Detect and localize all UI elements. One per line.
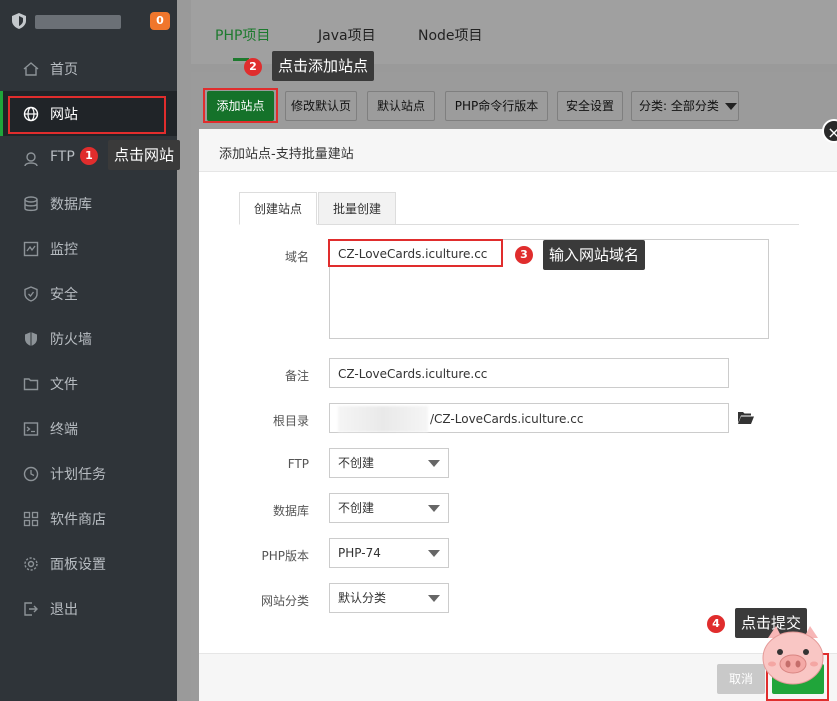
logo-shield-icon <box>12 13 26 29</box>
pig-sticker-icon <box>762 626 824 685</box>
site-category-label: 网站分类 <box>260 594 309 608</box>
logo-row: 0 <box>0 0 177 44</box>
root-dir-value: /CZ-LoveCards.iculture.cc <box>430 412 584 426</box>
folder-open-icon[interactable] <box>738 411 754 424</box>
tab-node-projects[interactable]: Node项目 <box>418 25 483 45</box>
sidebar-item-cron[interactable]: 计划任务 <box>0 451 177 496</box>
sidebar-item-database[interactable]: 数据库 <box>0 181 177 226</box>
step-number-4: 4 <box>707 615 725 633</box>
sidebar-item-label: FTP <box>50 149 75 165</box>
highlight-domain <box>328 239 503 267</box>
step-number-1: 1 <box>80 147 98 165</box>
sidebar-item-files[interactable]: 文件 <box>0 361 177 406</box>
ftp-label: FTP <box>287 457 309 471</box>
sidebar-item-monitor[interactable]: 监控 <box>0 226 177 271</box>
sidebar-item-label: 计划任务 <box>50 467 106 483</box>
notification-badge[interactable]: 0 <box>150 12 170 30</box>
tip-click-website: 点击网站 <box>108 140 181 170</box>
gear-icon <box>22 555 39 572</box>
chevron-down-icon <box>724 103 737 110</box>
sidebar-item-label: 终端 <box>50 422 78 438</box>
highlight-website-menu <box>8 96 166 134</box>
tab-batch-create[interactable]: 批量创建 <box>318 192 397 225</box>
logout-icon <box>22 600 39 617</box>
sidebar-item-firewall[interactable]: 防火墙 <box>0 316 177 361</box>
home-icon <box>22 60 39 77</box>
sidebar-item-label: 软件商店 <box>50 512 106 528</box>
ftp-select[interactable]: 不创建 <box>329 448 449 478</box>
category-filter-dropdown[interactable]: 分类: 全部分类 <box>631 91 739 121</box>
server-name-redacted <box>35 15 121 29</box>
php-version-select[interactable]: PHP-74 <box>329 538 449 568</box>
folder-icon <box>22 375 39 392</box>
sidebar-item-app-store[interactable]: 软件商店 <box>0 496 177 541</box>
sidebar-item-terminal[interactable]: 终端 <box>0 406 177 451</box>
default-site-button[interactable]: 默认站点 <box>367 91 435 121</box>
sidebar-item-label: 面板设置 <box>50 557 106 573</box>
grid-icon <box>22 510 39 527</box>
category-filter-label: 分类: 全部分类 <box>639 99 719 113</box>
tab-php-projects[interactable]: PHP项目 <box>215 25 270 45</box>
edit-default-page-button[interactable]: 修改默认页 <box>285 91 357 121</box>
note-input[interactable]: CZ-LoveCards.iculture.cc <box>329 358 729 388</box>
sidebar-item-label: 安全 <box>50 287 78 303</box>
sidebar-item-label: 防火墙 <box>50 332 92 348</box>
shield-icon <box>22 285 39 302</box>
modal-tabs: 创建站点 批量创建 <box>239 192 799 225</box>
sidebar-item-label: 首页 <box>50 62 78 78</box>
tip-enter-domain: 输入网站域名 <box>543 240 646 270</box>
tab-java-projects[interactable]: Java项目 <box>318 25 376 45</box>
tip-click-add-site: 点击添加站点 <box>272 51 375 81</box>
highlight-add-site <box>203 88 278 123</box>
sidebar-item-logout[interactable]: 退出 <box>0 586 177 631</box>
sidebar-item-label: 监控 <box>50 242 78 258</box>
step-number-3: 3 <box>515 246 533 264</box>
firewall-icon <box>22 330 39 347</box>
terminal-icon <box>22 420 39 437</box>
tab-create-site[interactable]: 创建站点 <box>239 192 318 225</box>
clock-icon <box>22 465 39 482</box>
php-version-label: PHP版本 <box>261 549 310 563</box>
sidebar-item-label: 文件 <box>50 377 78 393</box>
ftp-icon <box>22 150 39 167</box>
redacted-path <box>338 406 428 432</box>
root-dir-input[interactable]: /CZ-LoveCards.iculture.cc <box>329 403 729 433</box>
sidebar-item-label: 退出 <box>50 602 78 618</box>
database-select[interactable]: 不创建 <box>329 493 449 523</box>
monitor-icon <box>22 240 39 257</box>
step-number-2: 2 <box>244 58 262 76</box>
sidebar-item-home[interactable]: 首页 <box>0 46 177 91</box>
modal-header: 添加站点-支持批量建站 <box>199 129 837 172</box>
sidebar-item-security[interactable]: 安全 <box>0 271 177 316</box>
note-label: 备注 <box>284 369 309 383</box>
database-label: 数据库 <box>272 504 309 518</box>
sidebar-item-panel-settings[interactable]: 面板设置 <box>0 541 177 586</box>
security-settings-button[interactable]: 安全设置 <box>557 91 623 121</box>
root-dir-label: 根目录 <box>272 414 309 428</box>
php-cli-version-button[interactable]: PHP命令行版本 <box>445 91 548 121</box>
domain-label: 域名 <box>284 250 309 264</box>
modal-title: 添加站点-支持批量建站 <box>219 147 354 162</box>
site-category-select[interactable]: 默认分类 <box>329 583 449 613</box>
sidebar-item-label: 数据库 <box>50 197 92 213</box>
database-icon <box>22 195 39 212</box>
cancel-button[interactable]: 取消 <box>717 664 765 694</box>
